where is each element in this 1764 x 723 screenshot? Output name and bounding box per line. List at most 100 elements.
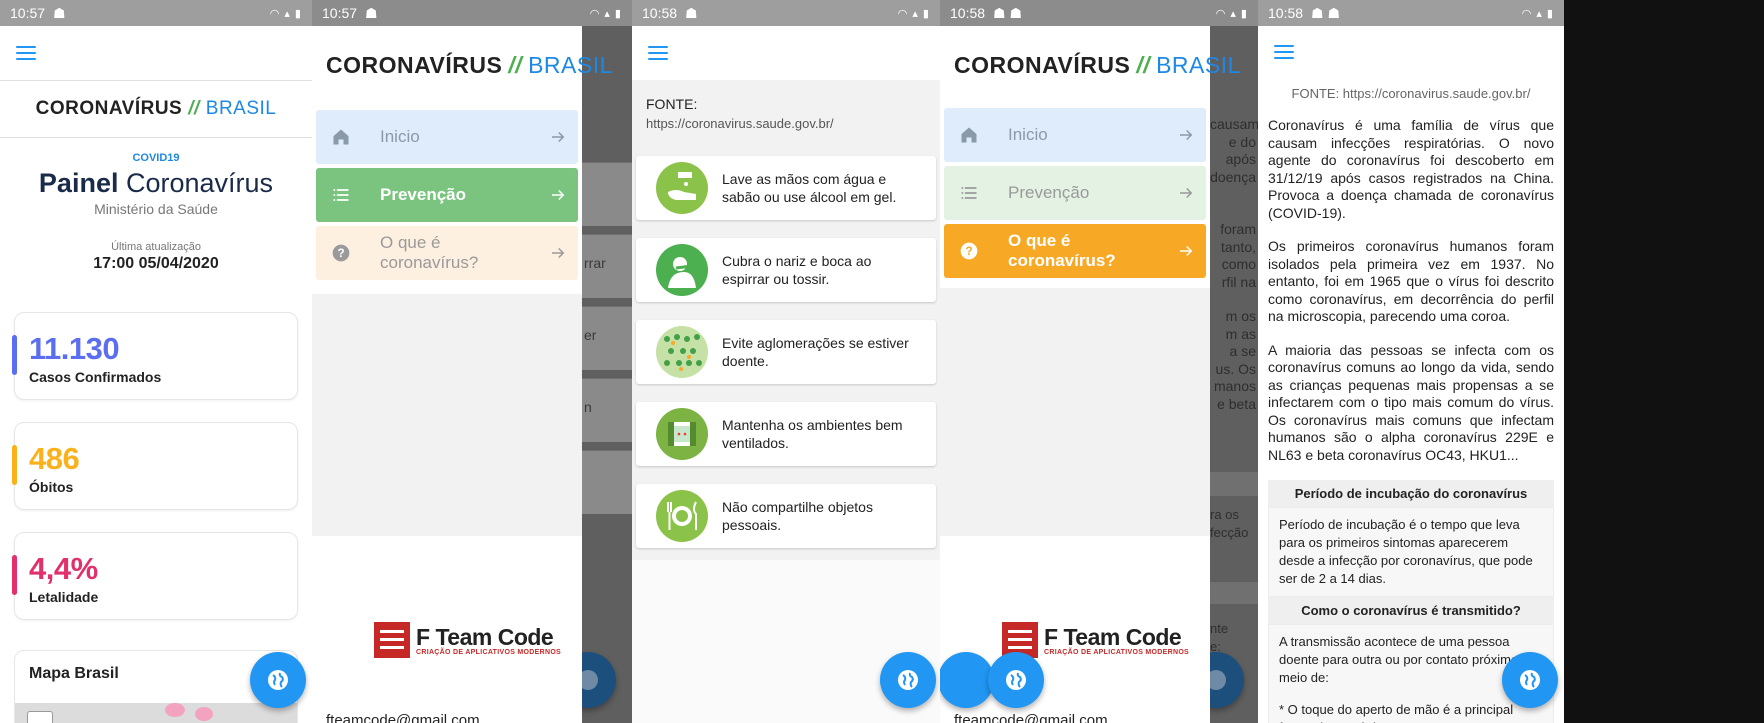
- paragraph: Os primeiros coronavírus humanos foram i…: [1268, 238, 1554, 324]
- hand-wash-icon: [656, 162, 708, 214]
- stat-value: 4,4%: [29, 551, 98, 586]
- dimmed-text: tanto,: [1220, 238, 1256, 255]
- globe-fab[interactable]: [988, 652, 1044, 708]
- status-time: 10:57: [322, 5, 358, 21]
- logo-separator: //: [188, 98, 200, 119]
- stat-card-deaths: 486 Óbitos: [12, 422, 298, 510]
- dimmed-text: doença: [1210, 168, 1256, 185]
- paragraph: Coronavírus é uma família de vírus que c…: [1268, 117, 1554, 221]
- status-bar: 10:58 ☗ ☗ ◠ ▴ ▮: [940, 0, 1258, 26]
- tip-card: Cubra o nariz e boca ao espirrar ou toss…: [636, 238, 936, 302]
- dimmed-text: n: [584, 399, 592, 415]
- app-bar: [632, 26, 940, 80]
- dimmed-paragraphs: causam e do após doença foram tanto, com…: [1210, 116, 1258, 413]
- status-bar: 10:58 ☗ ☗ ◠ ▴ ▮: [1258, 0, 1564, 26]
- menu-icon[interactable]: [648, 46, 668, 60]
- menu-item-o-que-e[interactable]: ? O que é coronavírus?: [316, 226, 578, 280]
- dimmed-section: ra os fecção: [1210, 506, 1258, 542]
- section-body: Período de incubação é o tempo que leva …: [1268, 507, 1554, 597]
- window-icon: [656, 408, 708, 460]
- notification-icon: ☗: [53, 4, 66, 21]
- source-url[interactable]: https://coronavirus.saude.gov.br/: [646, 116, 926, 131]
- menu-item-prevencao[interactable]: Prevenção: [316, 168, 578, 222]
- update-value: 17:00 05/04/2020: [93, 255, 219, 272]
- app-bar: [1258, 26, 1564, 78]
- logo-text: CORONAVÍRUS: [326, 51, 503, 78]
- help-icon: ?: [944, 241, 994, 261]
- globe-icon: [1520, 670, 1540, 690]
- menu-item-o-que-e[interactable]: ? O que é coronavírus?: [944, 224, 1206, 278]
- menu-item-inicio[interactable]: Inicio: [316, 110, 578, 164]
- page-title: Painel Coronavírus: [0, 168, 312, 199]
- contact-email[interactable]: fteamcode@gmail.com: [954, 712, 1108, 723]
- globe-fab[interactable]: [1502, 652, 1558, 708]
- svg-text:?: ?: [965, 245, 972, 258]
- menu-label: Inicio: [380, 127, 420, 146]
- brand-tagline: CRIAÇÃO DE APLICATIVOS MODERNOS: [416, 648, 562, 656]
- dimmed-text: er: [584, 327, 597, 343]
- menu-icon[interactable]: [1274, 45, 1294, 59]
- menu-item-prevencao[interactable]: Prevenção: [944, 166, 1206, 220]
- dimmed-text: a se: [1229, 343, 1256, 359]
- menu-label: Prevenção: [380, 185, 466, 204]
- home-icon: [944, 125, 994, 145]
- globe-fab-hidden: [940, 652, 994, 708]
- stat-label: Casos Confirmados: [29, 369, 162, 385]
- stat-accent-bar: [12, 555, 17, 595]
- dimmed-text: causam: [1210, 116, 1258, 132]
- screen-dashboard: 10:57 ☗ ◠ ▴ ▮ CORONAVÍRUS//BRASIL COVID19…: [0, 0, 312, 723]
- arrow-right-icon: [1166, 184, 1206, 202]
- system-icons: ◠ ▴ ▮: [589, 7, 622, 20]
- svg-text:?: ?: [337, 247, 344, 260]
- source-label: FONTE:: [646, 96, 698, 112]
- contact-email[interactable]: fteamcode@gmail.com: [326, 712, 480, 723]
- arrow-right-icon: [538, 128, 578, 146]
- drawer-spacer: [312, 294, 582, 536]
- ftc-mark-icon: [374, 622, 410, 658]
- drawer-spacer: [940, 288, 1210, 536]
- menu-icon[interactable]: [16, 46, 36, 60]
- status-time: 10:58: [642, 5, 678, 21]
- globe-fab[interactable]: [250, 652, 306, 708]
- drawer-footer: F Team Code CRIAÇÃO DE APLICATIVOS MODERN…: [312, 536, 582, 723]
- notification-icon: ☗ ☗: [1311, 4, 1341, 21]
- brand-name: F Team Code: [416, 623, 554, 650]
- status-time: 10:57: [10, 5, 46, 21]
- stat-label: Óbitos: [29, 479, 74, 495]
- list-icon: [944, 183, 994, 203]
- screenshots-strip: 10:57 ☗ ◠ ▴ ▮ CORONAVÍRUS//BRASIL COVID19…: [0, 0, 1764, 723]
- menu-item-inicio[interactable]: Inicio: [944, 108, 1206, 162]
- notification-icon: ☗: [365, 4, 378, 21]
- status-time: 10:58: [950, 5, 986, 21]
- dimmed-text: após: [1225, 151, 1256, 167]
- screen-o-que-e: 10:58 ☗ ☗ ◠ ▴ ▮ FONTE: https://coronaviru…: [1258, 0, 1564, 723]
- tip-text: Mantenha os ambientes bem ventilados.: [722, 417, 903, 451]
- dimmed-text: e beta: [1217, 395, 1256, 412]
- source-url[interactable]: FONTE: https://coronavirus.saude.gov.br/: [1258, 86, 1564, 101]
- logo-brasil: BRASIL: [1156, 51, 1241, 78]
- brand-name: F Team Code: [1044, 623, 1182, 650]
- status-bar: 10:57 ☗ ◠ ▴ ▮: [312, 0, 632, 26]
- update-label: Última atualização: [111, 241, 201, 253]
- f-team-code-logo: F Team Code CRIAÇÃO DE APLICATIVOS MODERN…: [1002, 622, 1189, 658]
- stat-card-confirmed: 11.130 Casos Confirmados: [12, 312, 298, 400]
- list-icon: [316, 185, 366, 205]
- home-icon: [316, 127, 366, 147]
- globe-fab[interactable]: [880, 652, 936, 708]
- stat-card-lethality: 4,4% Letalidade: [12, 532, 298, 620]
- dimmed-text: manos: [1213, 378, 1256, 394]
- dimmed-text: m as: [1225, 325, 1256, 342]
- dimmed-text: nte: [1210, 621, 1229, 636]
- crowd-icon: [656, 326, 708, 378]
- tip-text: Cubra o nariz e boca ao espirrar ou toss…: [722, 253, 872, 287]
- dimmed-text: e do: [1228, 133, 1256, 150]
- screen-drawer-prevencao: 10:57 ☗ ◠ ▴ ▮ rrar er n CORONAVÍRUS//BRAS…: [312, 0, 632, 723]
- system-icons: ◠ ▴ ▮: [1521, 7, 1554, 20]
- logo-separator: //: [1136, 51, 1151, 78]
- brand-tagline: CRIAÇÃO DE APLICATIVOS MODERNOS: [1044, 648, 1190, 656]
- drawer-logo: CORONAVÍRUS//BRASIL: [312, 26, 612, 104]
- title-bold: Painel: [38, 168, 119, 198]
- arrow-right-icon: [538, 186, 578, 204]
- arrow-right-icon: [1166, 242, 1206, 260]
- system-icons: ◠ ▴ ▮: [269, 7, 302, 20]
